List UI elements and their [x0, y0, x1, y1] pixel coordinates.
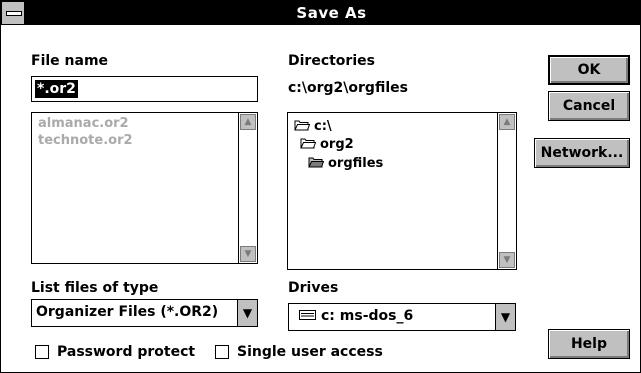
scroll-down-arrow-icon[interactable]: ▼: [240, 246, 256, 262]
single-user-access-label[interactable]: Single user access: [237, 344, 383, 360]
ok-button[interactable]: OK: [548, 55, 630, 85]
open-folder-icon: [294, 119, 310, 131]
single-user-access-checkbox[interactable]: [215, 345, 229, 359]
directory-item[interactable]: c:\: [294, 119, 332, 134]
file-name-label-text: File name: [31, 53, 109, 69]
drives-label-text: Drives: [288, 280, 339, 296]
file-list[interactable]: almanac.or2 technote.or2 ▲ ▼: [31, 112, 258, 264]
current-directory-path: c:\org2\orgfiles: [288, 80, 408, 96]
password-protect-checkbox[interactable]: [35, 345, 49, 359]
drive-icon: [299, 310, 316, 320]
directory-item-label: orgfiles: [328, 156, 384, 171]
directory-tree[interactable]: c:\ org2 orgfiles ▲ ▼: [287, 112, 517, 270]
directory-item-selected[interactable]: orgfiles: [308, 156, 383, 171]
open-folder-selected-icon: [308, 156, 324, 168]
drives-label: Drives: [288, 280, 338, 296]
system-menu-icon: [6, 11, 22, 16]
file-list-item[interactable]: almanac.or2: [38, 116, 129, 131]
drives-selected: c: ms-dos_6: [321, 308, 414, 324]
file-type-label: List files of type: [31, 280, 158, 296]
file-list-scrollbar[interactable]: ▲ ▼: [238, 113, 257, 263]
window-title: Save As: [296, 4, 367, 22]
directory-item-label: c:\: [314, 119, 332, 134]
file-name-value: *.or2: [35, 80, 78, 98]
network-button[interactable]: Network...: [534, 138, 630, 168]
chevron-down-icon[interactable]: ▼: [495, 304, 515, 330]
file-type-selected: Organizer Files (*.OR2): [36, 304, 219, 320]
chevron-down-icon[interactable]: ▼: [237, 300, 257, 326]
system-menu-button[interactable]: [1, 1, 25, 25]
file-name-input[interactable]: *.or2: [31, 76, 258, 102]
help-button[interactable]: Help: [548, 329, 630, 359]
directories-label-text: Directories: [288, 53, 375, 69]
scroll-up-arrow-icon[interactable]: ▲: [499, 114, 515, 130]
directory-tree-scrollbar[interactable]: ▲ ▼: [497, 113, 516, 269]
file-type-select[interactable]: Organizer Files (*.OR2) ▼: [31, 299, 258, 327]
file-name-label: File name: [31, 53, 108, 69]
cancel-button[interactable]: Cancel: [548, 91, 630, 121]
scroll-down-arrow-icon[interactable]: ▼: [499, 252, 515, 268]
file-type-label-text: List files of type: [31, 280, 159, 296]
save-as-dialog: Save As File name *.or2 almanac.or2 tech…: [0, 0, 641, 373]
directories-label: Directories: [288, 53, 375, 69]
directory-item-label: org2: [320, 137, 354, 152]
drives-select[interactable]: c: ms-dos_6 ▼: [288, 303, 516, 331]
open-folder-icon: [300, 137, 316, 149]
file-list-item[interactable]: technote.or2: [38, 133, 133, 148]
title-bar[interactable]: Save As: [1, 1, 640, 25]
scroll-up-arrow-icon[interactable]: ▲: [240, 114, 256, 130]
drives-selected-wrap: c: ms-dos_6: [299, 308, 413, 324]
password-protect-label[interactable]: Password protect: [57, 344, 195, 360]
directory-item[interactable]: org2: [300, 137, 354, 152]
